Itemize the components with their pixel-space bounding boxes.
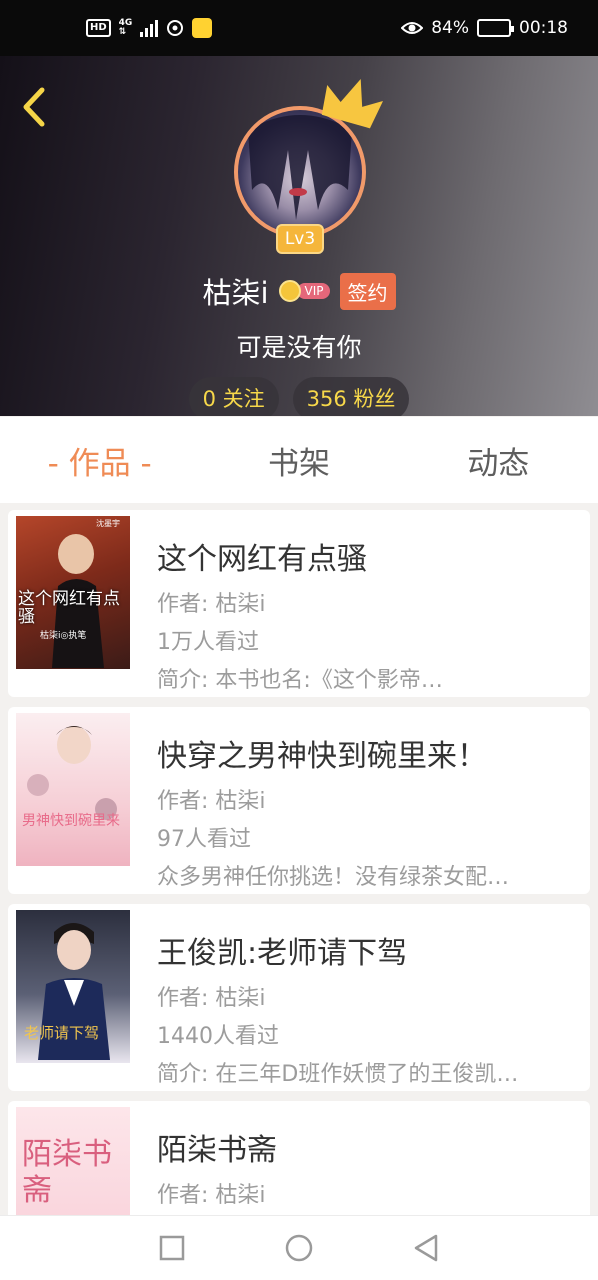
- book-cover: 男神快到碗里来: [16, 713, 130, 866]
- signed-author-badge: 签约: [339, 272, 396, 310]
- hd-icon: HD: [86, 19, 111, 37]
- book-card[interactable]: 老师请下驾 王俊凯:老师请下驾 作者: 枯柒i 1440人看过 简介: 在三年D…: [8, 904, 590, 1091]
- crown-icon: [321, 79, 384, 129]
- book-card[interactable]: 男神快到碗里来 快穿之男神快到碗里来！ 作者: 枯柒i 97人看过 众多男神任你…: [8, 707, 590, 894]
- clock: 00:18: [519, 18, 568, 38]
- book-card[interactable]: 陌柒书斋 陌柒书斋 作者: 枯柒i: [8, 1101, 590, 1215]
- battery-percent: 84%: [431, 18, 469, 38]
- app-notification-icon: [192, 18, 213, 38]
- followers-count-button[interactable]: 356 粉丝: [292, 377, 410, 416]
- profile-signature: 可是没有你: [236, 333, 362, 362]
- book-views: 97人看过: [157, 827, 251, 852]
- hotspot-icon: [167, 20, 184, 36]
- book-views: 1440人看过: [157, 1024, 279, 1049]
- following-count-button[interactable]: 0 关注: [188, 377, 279, 416]
- level-badge: Lv3: [276, 224, 324, 254]
- home-icon[interactable]: [283, 1232, 315, 1264]
- back-arrow-icon[interactable]: [14, 84, 54, 130]
- network-type-icon: 4G ⇅: [118, 18, 133, 37]
- system-nav-bar: [0, 1215, 598, 1280]
- book-title: 陌柒书斋: [157, 1133, 277, 1168]
- vip-badge: VIP: [278, 280, 330, 302]
- book-list: 这个网红有点骚 枯柒i◎执笔 沈墨宇 这个网红有点骚 作者: 枯柒i 1万人看过…: [0, 503, 598, 1215]
- tab-bookshelf[interactable]: 书架: [199, 438, 398, 483]
- tab-works[interactable]: - 作品 -: [0, 438, 199, 483]
- book-author: 作者: 枯柒i: [157, 592, 266, 617]
- book-author: 作者: 枯柒i: [157, 789, 266, 814]
- book-title: 这个网红有点骚: [157, 542, 367, 577]
- recent-apps-icon[interactable]: [156, 1232, 188, 1264]
- status-bar: HD 4G ⇅ 84% 00:18: [0, 0, 598, 56]
- book-title: 快穿之男神快到碗里来！: [157, 739, 487, 774]
- book-title: 王俊凯:老师请下驾: [157, 936, 408, 971]
- book-intro: 简介: 本书也名:《这个影帝…: [157, 668, 443, 693]
- book-cover: 老师请下驾: [16, 910, 130, 1063]
- vip-crown-icon: [278, 280, 301, 302]
- profile-header: Lv3 枯柒i VIP 签约 可是没有你 0 关注 356 粉丝: [0, 56, 598, 416]
- book-author: 作者: 枯柒i: [157, 1183, 266, 1208]
- back-icon[interactable]: [410, 1232, 442, 1264]
- book-cover: 这个网红有点骚 枯柒i◎执笔 沈墨宇: [16, 516, 130, 669]
- eye-comfort-icon: [401, 22, 424, 34]
- profile-tabs: - 作品 - 书架 动态: [0, 417, 598, 503]
- battery-icon: [477, 19, 514, 37]
- tab-activity[interactable]: 动态: [399, 438, 598, 483]
- book-cover: 陌柒书斋: [16, 1107, 130, 1215]
- book-views: 1万人看过: [157, 630, 259, 655]
- signal-icon: [140, 19, 159, 37]
- book-author: 作者: 枯柒i: [157, 986, 266, 1011]
- book-intro: 众多男神任你挑选！没有绿茶女配…: [157, 865, 510, 890]
- username: 枯柒i: [202, 276, 269, 310]
- book-intro: 简介: 在三年D班作妖惯了的王俊凯…: [157, 1062, 519, 1087]
- book-card[interactable]: 这个网红有点骚 枯柒i◎执笔 沈墨宇 这个网红有点骚 作者: 枯柒i 1万人看过…: [8, 510, 590, 697]
